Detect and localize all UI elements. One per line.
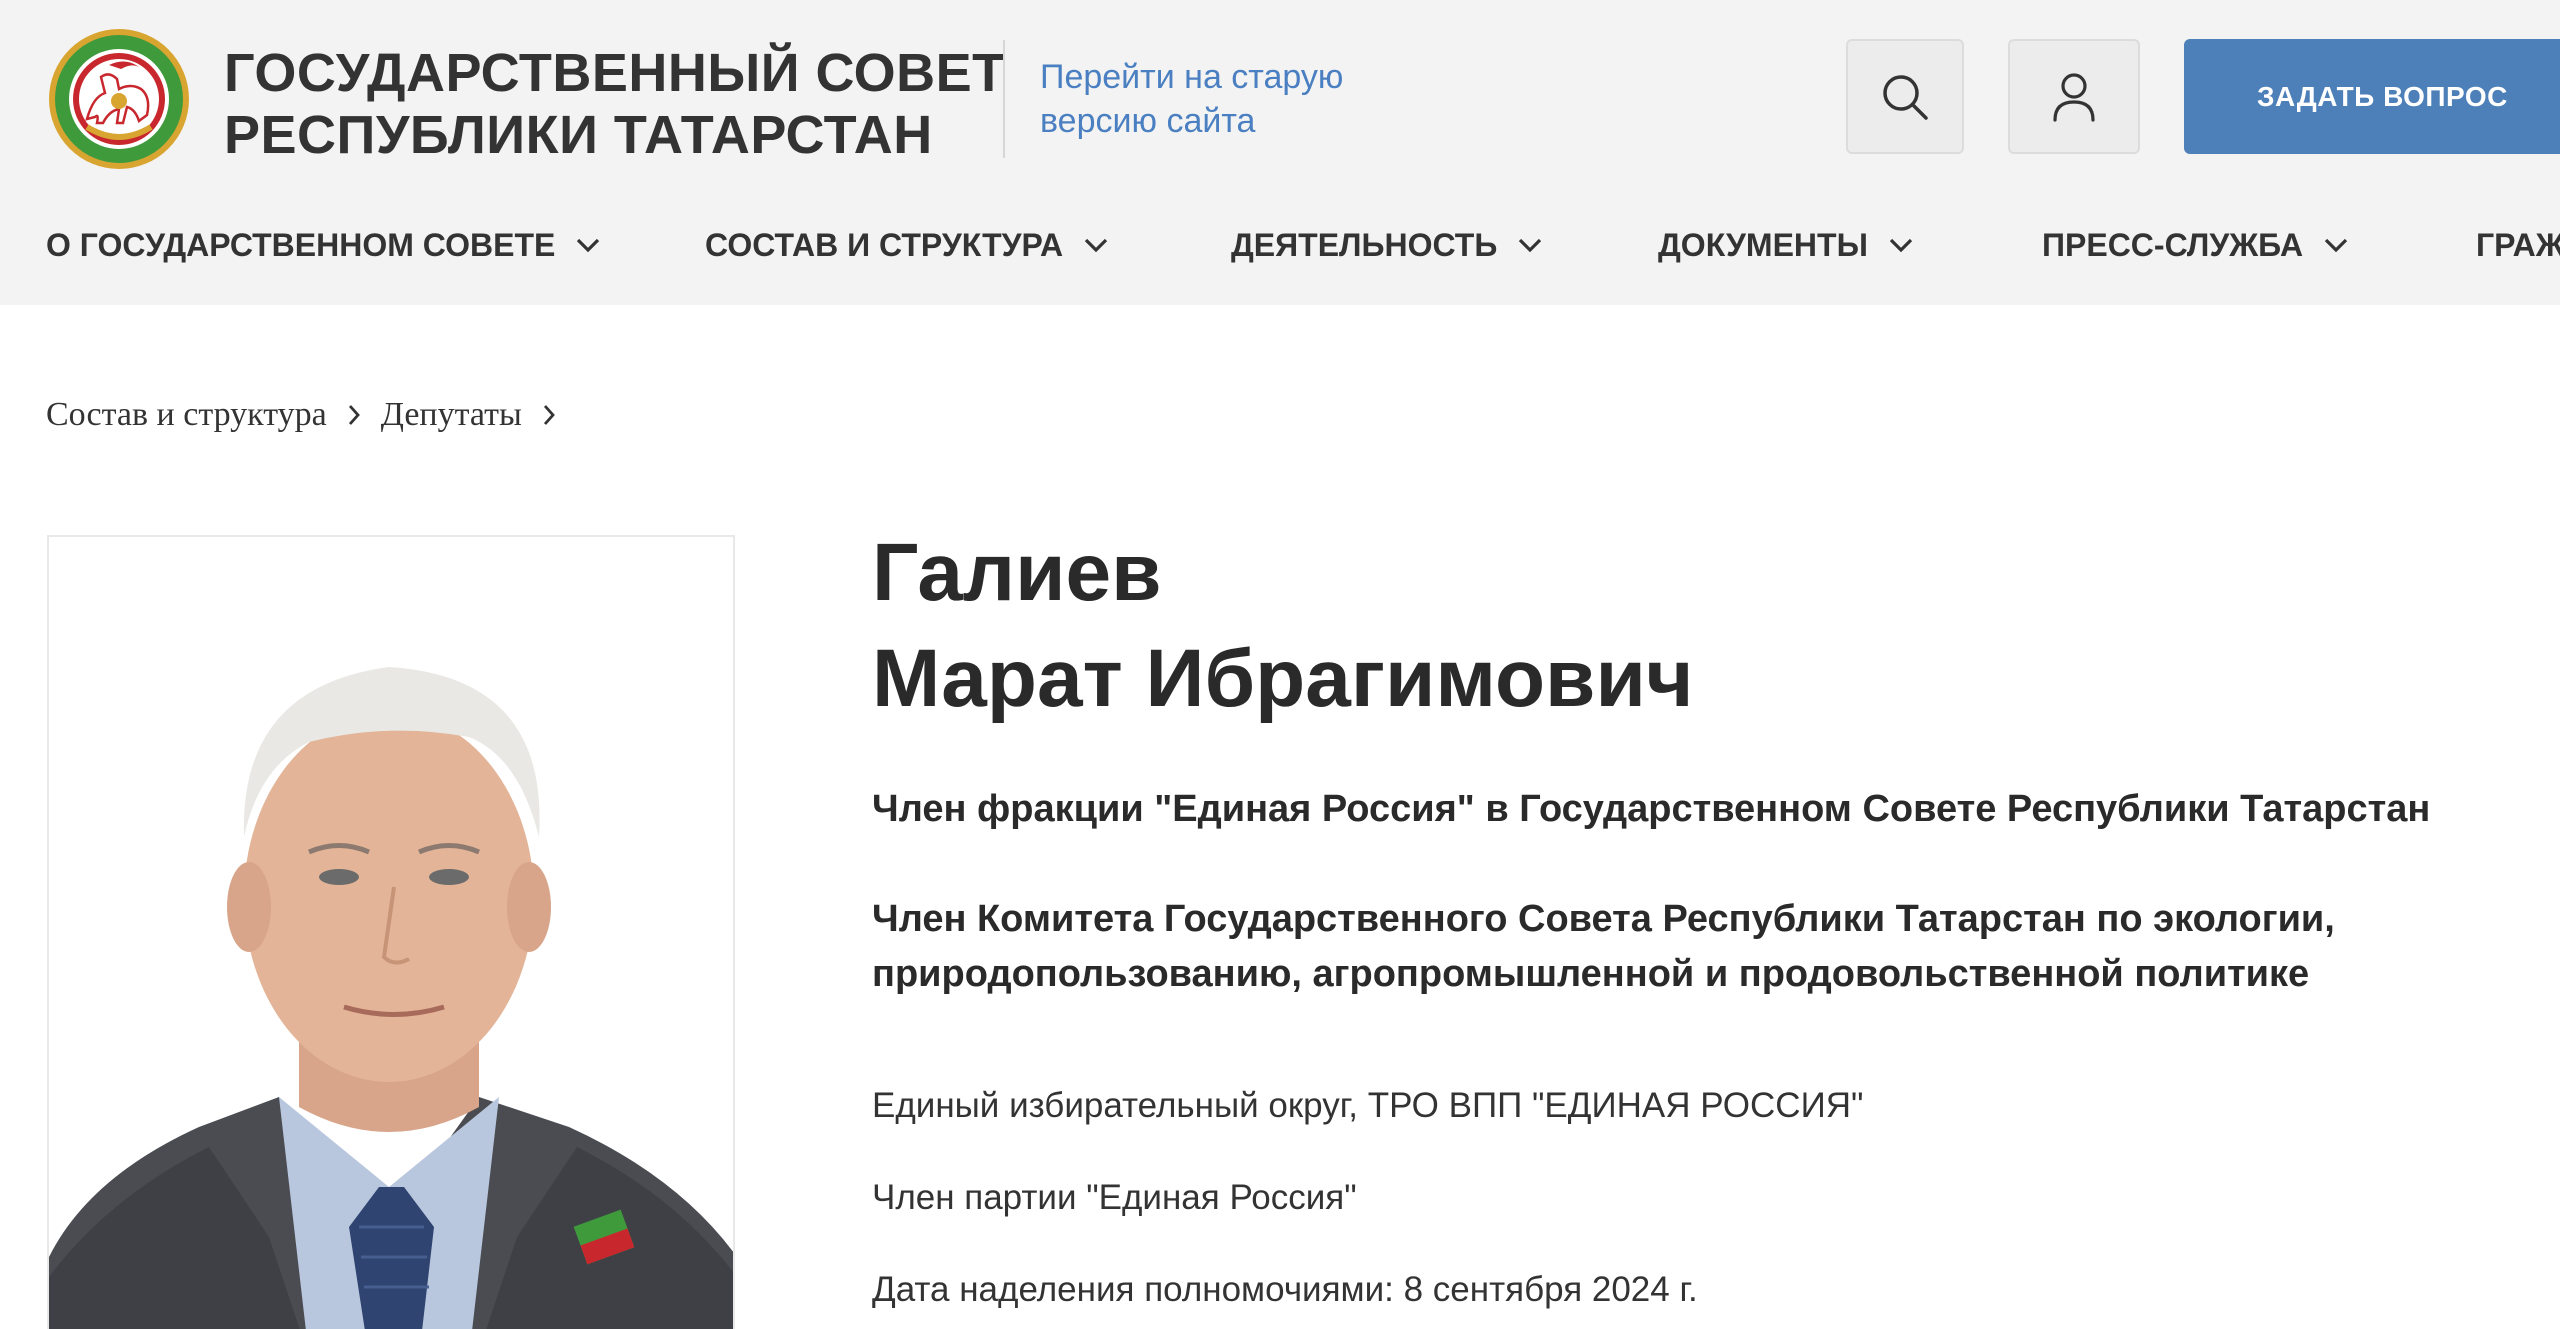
deputy-given-names: Марат Ибрагимович [872,633,1694,724]
search-button[interactable] [1846,39,1964,154]
chevron-right-icon [347,403,361,427]
nav-item-composition[interactable]: СОСТАВ И СТРУКТУРА [705,218,1109,272]
chevron-down-icon [1519,238,1542,253]
nav-item-label: ГРАЖ [2476,226,2560,263]
header-divider [1003,40,1005,158]
site-title[interactable]: ГОСУДАРСТВЕННЫЙ СОВЕТ РЕСПУБЛИКИ ТАТАРСТ… [224,42,1006,166]
nav-item-press[interactable]: ПРЕСС-СЛУЖБА [2042,218,2349,272]
deputy-role-committee: Член Комитета Государственного Совета Ре… [872,898,2335,995]
nav-item-label: СОСТАВ И СТРУКТУРА [705,226,1064,263]
nav-item-about[interactable]: О ГОСУДАРСТВЕННОМ СОВЕТЕ [46,218,601,272]
site-header: ГОСУДАРСТВЕННЫЙ СОВЕТ РЕСПУБЛИКИ ТАТАРСТ… [0,0,2560,305]
nav-item-label: О ГОСУДАРСТВЕННОМ СОВЕТЕ [46,226,556,263]
nav-item-documents[interactable]: ДОКУМЕНТЫ [1658,218,1914,272]
chevron-down-icon [1889,238,1913,253]
nav-item-label: ПРЕСС-СЛУЖБА [2042,226,2304,263]
user-icon [2053,72,2095,122]
old-version-link[interactable]: Перейти на старую версию сайта [1040,55,1460,143]
deputy-photo [47,535,735,1329]
site-title-line2: РЕСПУБЛИКИ ТАТАРСТАН [224,105,933,165]
chevron-down-icon [1085,238,1108,253]
deputy-surname: Галиев [872,527,1162,618]
search-icon [1883,74,1928,120]
deputy-role-faction: Член фракции "Единая Россия" в Государст… [872,788,2431,830]
nav-item-label: ДОКУМЕНТЫ [1658,226,1868,263]
breadcrumb: Состав и структура Депутаты [46,396,576,434]
deputy-district: Единый избирательный округ, ТРО ВПП "ЕДИ… [872,1086,1864,1125]
tatarstan-emblem-logo[interactable] [47,27,191,171]
ask-question-button[interactable]: ЗАДАТЬ ВОПРОС [2184,39,2560,154]
breadcrumb-item-deputies[interactable]: Депутаты [381,396,522,434]
deputy-name: Галиев Марат Ибрагимович [872,520,1693,732]
nav-item-citizens[interactable]: ГРАЖ [2476,218,2560,272]
chevron-right-icon [542,403,556,427]
chevron-down-icon [577,238,600,253]
nav-item-activity[interactable]: ДЕЯТЕЛЬНОСТЬ [1231,218,1543,272]
deputy-party: Член партии "Единая Россия" [872,1178,1357,1217]
nav-item-label: ДЕЯТЕЛЬНОСТЬ [1231,226,1498,263]
breadcrumb-item-composition[interactable]: Состав и структура [46,396,327,434]
chevron-down-icon [2324,238,2348,253]
deputy-portrait-image [49,537,733,1329]
deputy-mandate-date: Дата наделения полномочиями: 8 сентября … [872,1270,1698,1309]
account-button[interactable] [2008,39,2140,154]
site-title-line1: ГОСУДАРСТВЕННЫЙ СОВЕТ [224,43,1006,103]
